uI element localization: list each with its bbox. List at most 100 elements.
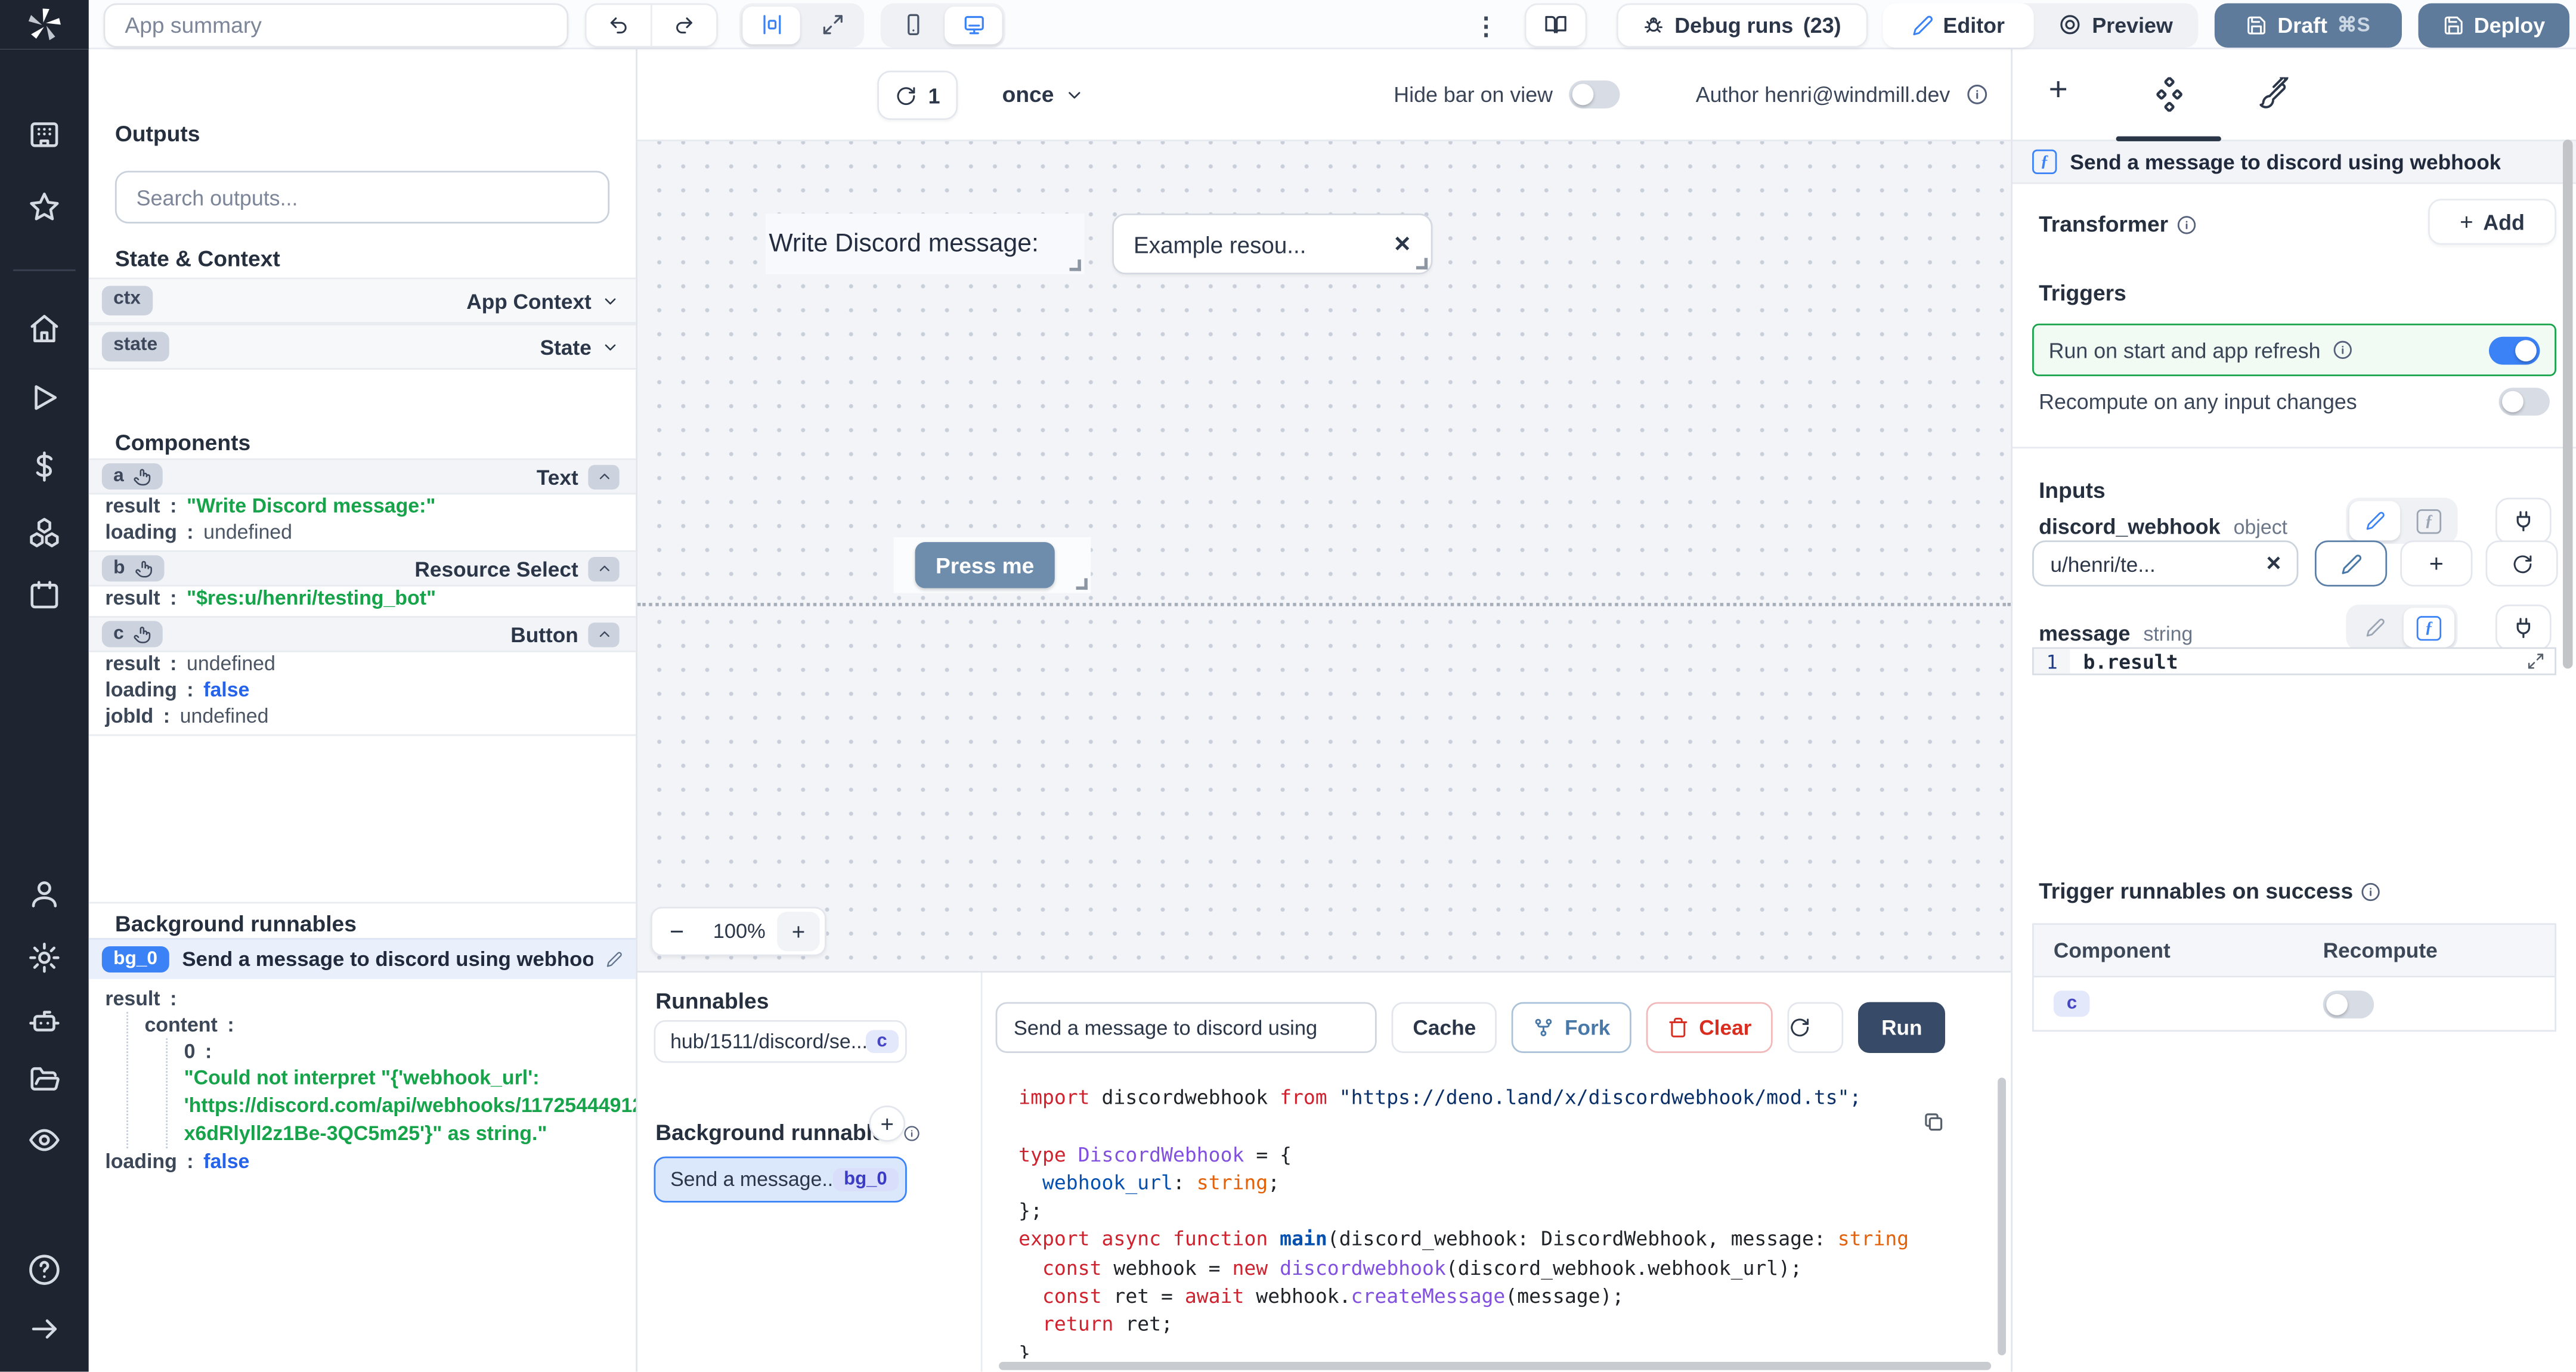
state-row[interactable]: state State — [88, 323, 636, 370]
info-icon[interactable] — [1967, 84, 1988, 106]
sidebar-item-favorites[interactable] — [28, 191, 61, 224]
run-button[interactable]: Run — [1858, 1002, 1946, 1054]
tab-styling[interactable] — [2258, 77, 2289, 109]
add-resource-button[interactable]: + — [2400, 540, 2473, 587]
clear-button[interactable]: Clear — [1646, 1002, 1773, 1054]
ctx-row[interactable]: ctx App Context — [88, 277, 636, 324]
reload-button[interactable] — [1788, 1002, 1844, 1054]
copy-code-button[interactable] — [1922, 1110, 1945, 1133]
bg-runnable-item-selected[interactable]: Send a message... bg_0 — [654, 1156, 907, 1203]
collapse-c-button[interactable] — [588, 621, 620, 647]
info-icon[interactable] — [2332, 340, 2352, 360]
collapse-rail-button[interactable] — [28, 1312, 61, 1345]
refresh-count-button[interactable]: 1 — [877, 70, 958, 120]
tab-insert[interactable]: + — [2049, 74, 2068, 107]
component-c-chip[interactable]: c — [101, 621, 163, 648]
resource-picker[interactable]: u/henri/te... ✕ — [2032, 540, 2299, 587]
bg0-row[interactable]: bg_0 Send a message to discord using web… — [88, 938, 636, 980]
expand-editor-button[interactable] — [2527, 652, 2555, 670]
button-component[interactable]: Press me — [893, 537, 1091, 593]
panel-scrollbar[interactable] — [2562, 140, 2573, 669]
windmill-logo[interactable] — [0, 0, 89, 49]
hide-bar-toggle[interactable] — [1569, 80, 1621, 109]
refresh-resource-button[interactable] — [2485, 540, 2558, 587]
add-bg-runnable-button[interactable]: + — [869, 1105, 906, 1142]
connect-input-button[interactable] — [2495, 604, 2552, 651]
recompute-label: Recompute on any input changes — [2039, 389, 2357, 414]
sidebar-item-resources[interactable] — [28, 516, 61, 549]
static-mode-button[interactable] — [2349, 501, 2401, 541]
eval-mode-button[interactable]: ƒ — [2404, 501, 2454, 540]
fork-button[interactable]: Fork — [1512, 1002, 1632, 1054]
zoom-in-button[interactable]: + — [777, 912, 820, 952]
undo-button[interactable] — [587, 14, 651, 35]
row-recompute-toggle[interactable] — [2323, 989, 2374, 1018]
sidebar-item-schedules[interactable] — [28, 578, 61, 611]
line-number: 1 — [2033, 649, 2070, 674]
help-button[interactable] — [28, 1253, 61, 1286]
deploy-button[interactable]: Deploy — [2418, 2, 2569, 47]
static-mode-button[interactable] — [2349, 608, 2400, 647]
runnable-name-input[interactable] — [995, 1002, 1377, 1054]
code-horizontal-scrollbar[interactable] — [999, 1361, 1992, 1370]
resource-select-component[interactable]: Example resou... ✕ — [1112, 213, 1433, 275]
app-summary-input[interactable] — [103, 2, 569, 47]
app-canvas[interactable]: Write Discord message: Example resou... … — [637, 141, 2011, 971]
zoom-out-button[interactable]: − — [652, 918, 702, 946]
sidebar-item-audit[interactable] — [28, 1123, 61, 1156]
run-on-start-toggle[interactable] — [2488, 336, 2540, 364]
resize-handle[interactable] — [1416, 258, 1428, 270]
frequency-dropdown[interactable]: once — [1002, 49, 1083, 140]
component-a-header[interactable]: a Text — [88, 458, 636, 495]
cache-button[interactable]: Cache — [1391, 1002, 1498, 1054]
mobile-view-button[interactable] — [884, 6, 941, 44]
docs-button[interactable] — [1524, 2, 1587, 47]
press-me-button[interactable]: Press me — [915, 542, 1055, 589]
sidebar-item-users[interactable] — [28, 877, 61, 910]
collapse-a-button[interactable] — [588, 464, 620, 489]
search-outputs-input[interactable] — [114, 171, 610, 224]
more-options-button[interactable]: ⋮ — [1473, 11, 1498, 41]
sidebar-item-variables[interactable] — [28, 450, 61, 483]
tab-settings[interactable] — [2152, 77, 2187, 112]
add-transformer-button[interactable]: + Add — [2428, 199, 2556, 245]
collapse-b-button[interactable] — [588, 556, 620, 581]
resize-handle[interactable] — [1076, 578, 1088, 590]
info-icon[interactable] — [2361, 881, 2381, 901]
clear-select-icon[interactable]: ✕ — [1374, 231, 1431, 257]
connect-input-button[interactable] — [2495, 497, 2552, 544]
edit-resource-button[interactable] — [2314, 540, 2388, 587]
clear-resource-icon[interactable]: ✕ — [2250, 552, 2296, 575]
sidebar-item-folders[interactable] — [28, 1064, 61, 1097]
code-vertical-scrollbar[interactable] — [1998, 1077, 2006, 1355]
draft-button[interactable]: Draft ⌘S — [2214, 2, 2402, 47]
edit-icon[interactable] — [606, 951, 623, 968]
component-c-header[interactable]: c Button — [88, 616, 636, 652]
info-icon[interactable] — [2176, 215, 2196, 234]
component-b-header[interactable]: b Resource Select — [88, 550, 636, 587]
runnable-item[interactable]: hub/1511/discord/se... c — [654, 1020, 907, 1063]
message-expression-editor[interactable]: 1 b.result — [2032, 647, 2556, 676]
text-component-value: Write Discord message: — [769, 229, 1039, 258]
component-b-chip[interactable]: b — [101, 555, 165, 582]
eval-mode-button[interactable]: ƒ — [2403, 608, 2455, 648]
expand-canvas-button[interactable] — [803, 6, 860, 44]
resize-handle[interactable] — [1069, 259, 1081, 271]
redo-button[interactable] — [652, 14, 716, 35]
component-a-chip[interactable]: a — [101, 463, 163, 490]
sidebar-item-runs[interactable] — [28, 381, 61, 414]
sidebar-item-settings[interactable] — [28, 941, 61, 974]
text-component[interactable]: Write Discord message: — [765, 213, 1085, 275]
info-icon[interactable] — [903, 1125, 920, 1141]
recompute-toggle[interactable] — [2498, 388, 2550, 416]
pencil-icon — [2341, 553, 2361, 574]
debug-runs-button[interactable]: Debug runs (23) — [1617, 2, 1868, 47]
sidebar-item-apps[interactable] — [28, 118, 61, 151]
sidebar-item-workers[interactable] — [28, 1005, 61, 1038]
code-editor[interactable]: import discordwebhook from "https://deno… — [1018, 1084, 1991, 1358]
desktop-view-button[interactable] — [945, 5, 1002, 44]
align-center-button[interactable] — [742, 5, 800, 44]
tab-editor[interactable]: Editor — [1883, 2, 2034, 47]
tab-preview[interactable]: Preview — [2034, 2, 2199, 47]
sidebar-item-home[interactable] — [28, 312, 61, 345]
